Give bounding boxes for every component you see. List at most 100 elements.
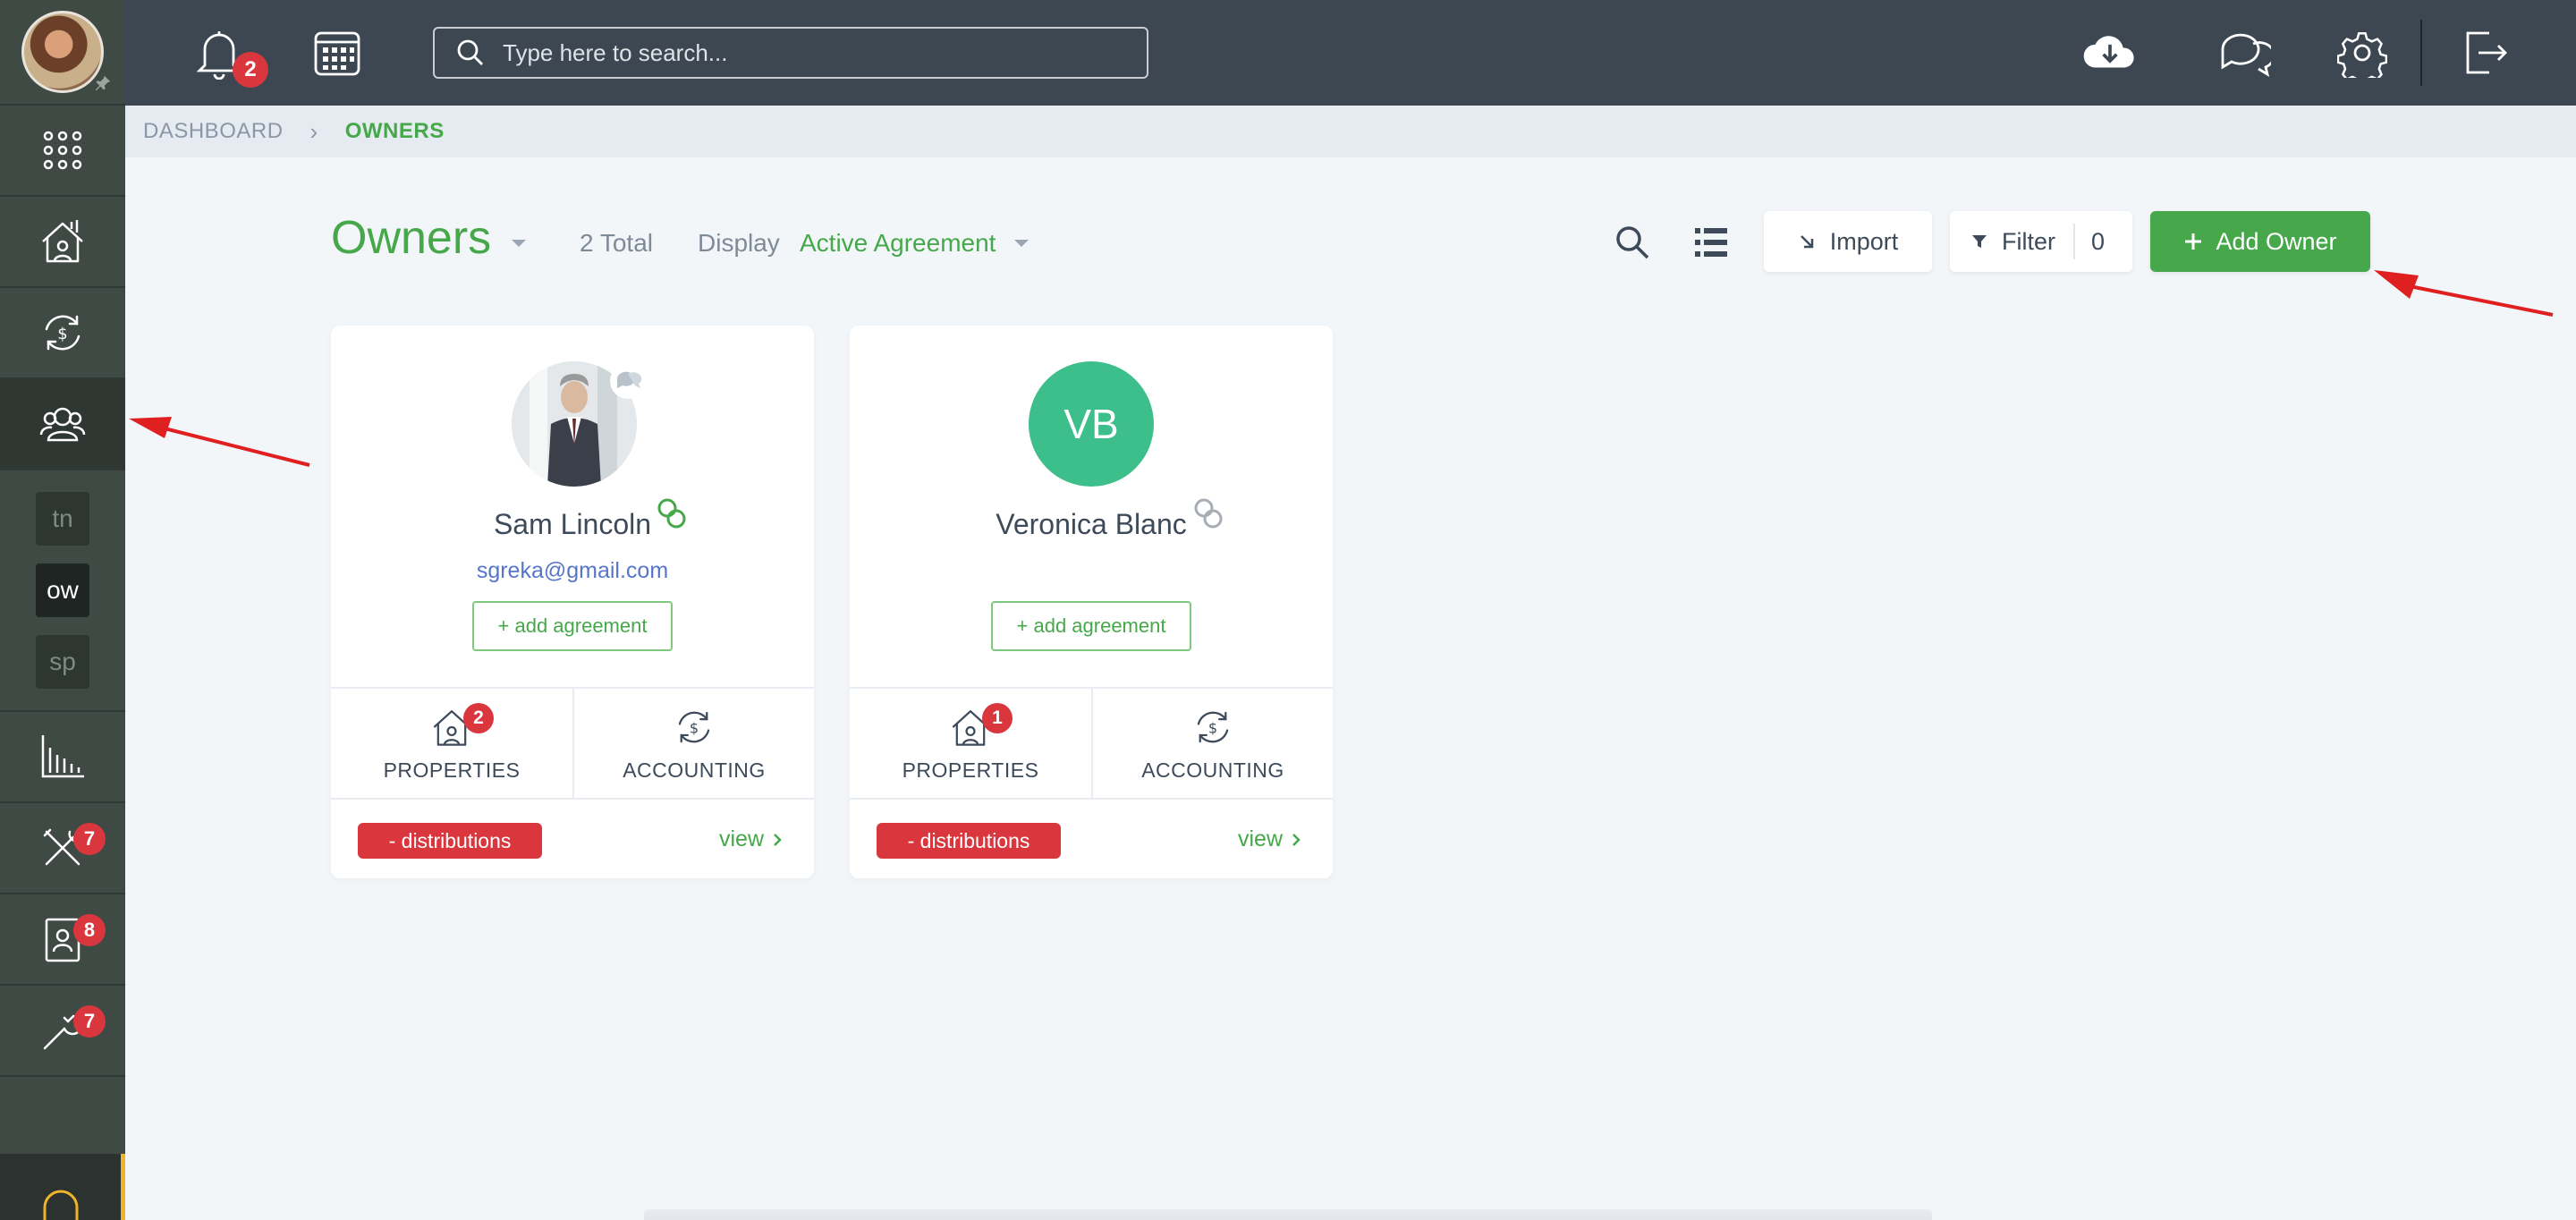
people-icon bbox=[39, 407, 86, 442]
view-label: view bbox=[718, 826, 764, 851]
add-agreement-button[interactable]: + add agreement bbox=[991, 601, 1191, 651]
list-view-icon bbox=[1695, 228, 1727, 257]
distributions-button[interactable]: - distributions bbox=[877, 823, 1061, 859]
search-icon bbox=[457, 39, 483, 65]
add-owner-button[interactable]: Add Owner bbox=[2150, 211, 2370, 272]
messages-button[interactable] bbox=[2215, 23, 2274, 82]
sidebar-item-apps[interactable] bbox=[0, 106, 125, 197]
sub-tile-label[interactable]: tn bbox=[36, 492, 89, 546]
download-button[interactable] bbox=[2080, 23, 2140, 82]
owner-stats: 1 PROPERTIES $ ACCOUNTING bbox=[850, 687, 1333, 800]
calendar-button[interactable] bbox=[308, 23, 367, 82]
annotation-arrow-icon bbox=[129, 417, 310, 467]
owner-card[interactable]: Sam Lincoln sgreka@gmail.com + add agree… bbox=[331, 326, 814, 878]
properties-stat[interactable]: 1 PROPERTIES bbox=[850, 689, 1091, 798]
headset-icon bbox=[43, 1190, 78, 1220]
list-view-button[interactable] bbox=[1689, 220, 1733, 265]
import-button-label: Import bbox=[1829, 227, 1899, 255]
properties-count-badge: 2 bbox=[463, 703, 494, 733]
sidebar-item-accounting[interactable]: $ bbox=[0, 288, 125, 379]
arrow-down-right-icon bbox=[1800, 235, 1813, 249]
add-owner-button-label: Add Owner bbox=[2216, 227, 2337, 255]
display-dropdown-caret-icon[interactable] bbox=[1013, 238, 1030, 249]
support-button[interactable] bbox=[0, 1154, 125, 1220]
sidebar-sub-item[interactable]: sp bbox=[0, 626, 125, 698]
sidebar-item-tools[interactable]: 7 bbox=[0, 986, 125, 1077]
view-owner-link[interactable]: view bbox=[1238, 826, 1301, 852]
chat-bubble-icon[interactable] bbox=[608, 361, 648, 401]
title-dropdown-caret-icon[interactable] bbox=[510, 238, 528, 249]
total-count: 2 Total bbox=[580, 229, 653, 257]
svg-text:$: $ bbox=[1208, 719, 1217, 736]
sidebar-sub-item[interactable]: ow bbox=[0, 555, 125, 626]
chevron-right-icon: › bbox=[309, 117, 318, 145]
display-filter-dropdown[interactable]: Active Agreement bbox=[800, 229, 996, 258]
search-icon bbox=[1616, 226, 1649, 259]
top-bar: 2 bbox=[125, 0, 2576, 106]
sidebar: $ tn ow sp 7 8 7 bbox=[0, 0, 125, 1220]
view-owner-link[interactable]: view bbox=[719, 826, 782, 852]
cloud-download-icon bbox=[2083, 36, 2134, 68]
owner-stats: 2 PROPERTIES $ ACCOUNTING bbox=[331, 687, 814, 800]
accounting-stat[interactable]: $ ACCOUNTING bbox=[572, 689, 814, 798]
logout-icon bbox=[2466, 31, 2507, 74]
filter-count: 0 bbox=[2091, 227, 2106, 255]
properties-stat[interactable]: 2 PROPERTIES bbox=[331, 689, 572, 798]
owner-name[interactable]: Sam Lincoln bbox=[331, 508, 814, 541]
sidebar-item-properties[interactable] bbox=[0, 197, 125, 288]
portal-link-icon[interactable] bbox=[655, 496, 689, 531]
sidebar-sub-list: tn ow sp bbox=[0, 470, 125, 712]
settings-button[interactable] bbox=[2333, 23, 2392, 82]
sidebar-item-reports[interactable] bbox=[0, 712, 125, 803]
user-avatar[interactable] bbox=[21, 11, 104, 93]
house-icon bbox=[42, 220, 83, 263]
breadcrumb: DASHBOARD › OWNERS bbox=[125, 106, 2576, 157]
chat-bubbles-icon bbox=[2221, 33, 2271, 77]
bar-chart-icon bbox=[41, 735, 84, 778]
add-agreement-button[interactable]: + add agreement bbox=[472, 601, 673, 651]
properties-count-badge: 1 bbox=[982, 703, 1013, 733]
portal-link-icon[interactable] bbox=[1191, 496, 1225, 531]
sub-tile-label[interactable]: sp bbox=[36, 635, 89, 689]
import-button[interactable]: Import bbox=[1764, 211, 1932, 272]
sidebar-item-owners[interactable] bbox=[0, 379, 125, 470]
filter-icon bbox=[1972, 235, 1987, 248]
filter-button[interactable]: Filter 0 bbox=[1950, 211, 2132, 272]
pin-icon[interactable] bbox=[93, 73, 113, 93]
owner-card[interactable]: VB Veronica Blanc + add agreement 1 PROP… bbox=[850, 326, 1333, 878]
owner-initials-avatar[interactable]: VB bbox=[1029, 361, 1154, 487]
accounting-cycle-icon: $ bbox=[1197, 711, 1229, 742]
gear-icon bbox=[2337, 32, 2387, 78]
view-label: view bbox=[1237, 826, 1283, 851]
apps-grid-icon bbox=[43, 131, 82, 170]
svg-text:$: $ bbox=[690, 719, 699, 736]
sidebar-sub-item[interactable]: tn bbox=[0, 483, 125, 555]
sub-tile-label[interactable]: ow bbox=[36, 563, 89, 617]
sidebar-item-maintenance[interactable]: 7 bbox=[0, 803, 125, 894]
tenants-count-badge: 8 bbox=[73, 914, 106, 946]
search-owners-button[interactable] bbox=[1610, 220, 1655, 265]
display-label: Display bbox=[698, 229, 780, 257]
calendar-icon bbox=[314, 31, 360, 76]
page-title[interactable]: Owners bbox=[331, 211, 491, 265]
owner-name[interactable]: Veronica Blanc bbox=[850, 508, 1333, 541]
breadcrumb-current: OWNERS bbox=[344, 119, 445, 143]
search-bar[interactable] bbox=[433, 27, 1148, 79]
owner-email-link[interactable]: sgreka@gmail.com bbox=[331, 558, 814, 584]
svg-text:$: $ bbox=[57, 325, 67, 343]
logout-button[interactable] bbox=[2454, 23, 2513, 82]
annotation-arrow-icon bbox=[2374, 270, 2554, 317]
sidebar-item-tenants[interactable]: 8 bbox=[0, 894, 125, 986]
topbar-divider bbox=[2420, 20, 2422, 86]
chevron-right-icon bbox=[1292, 833, 1301, 846]
notification-count-badge: 2 bbox=[233, 52, 268, 88]
bottom-panel-edge bbox=[644, 1209, 1932, 1220]
tools-count-badge: 7 bbox=[73, 1005, 106, 1038]
accounting-stat[interactable]: $ ACCOUNTING bbox=[1091, 689, 1333, 798]
filter-divider bbox=[2073, 224, 2075, 259]
user-avatar-area[interactable] bbox=[0, 0, 125, 106]
search-input[interactable] bbox=[503, 38, 1129, 67]
plus-icon bbox=[2185, 233, 2202, 250]
distributions-button[interactable]: - distributions bbox=[358, 823, 542, 859]
breadcrumb-dashboard-link[interactable]: DASHBOARD bbox=[143, 119, 284, 144]
